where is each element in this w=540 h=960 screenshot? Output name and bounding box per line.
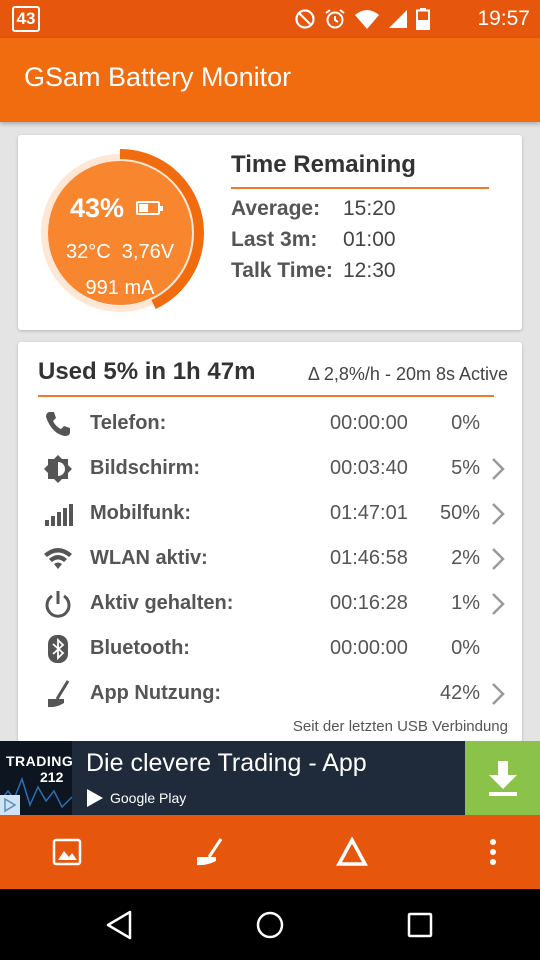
power-icon	[45, 591, 71, 618]
usage-row-telefon[interactable]: Telefon: 00:00:00 0%	[18, 402, 522, 446]
usage-time: 01:47:01	[330, 502, 408, 524]
battery-level-icon	[136, 201, 163, 215]
usage-row-app-nutzung[interactable]: App Nutzung: 42%	[18, 672, 522, 716]
usage-time: 00:00:00	[330, 637, 408, 659]
cell-signal-icon	[45, 504, 73, 526]
clock: 19:57	[477, 7, 530, 30]
usage-percent: 1%	[451, 592, 480, 614]
time-remaining-row: Average: 15:20	[231, 197, 396, 221]
download-icon	[489, 761, 517, 796]
usage-card: Used 5% in 1h 47m Δ 2,8%/h - 20m 8s Acti…	[18, 342, 522, 742]
triangle-icon[interactable]	[335, 835, 369, 869]
usage-note: Seit der letzten USB Verbindung	[292, 718, 508, 735]
battery-temperature: 32°C	[65, 241, 111, 263]
bottom-toolbar	[0, 815, 540, 889]
usage-time: 00:16:28	[330, 592, 408, 614]
app-bar: GSam Battery Monitor	[0, 38, 540, 122]
chevron-right-icon	[492, 593, 505, 615]
divider	[38, 395, 494, 397]
status-bar: 43 19:57	[0, 0, 540, 38]
download-button[interactable]	[465, 741, 540, 815]
usage-percent: 42%	[439, 682, 480, 704]
time-remaining-label: Average:	[231, 197, 321, 220]
usage-percent: 2%	[451, 547, 480, 569]
time-remaining-value: 01:00	[343, 228, 396, 251]
navigation-bar	[0, 889, 540, 960]
ad-logo-text: TRADING	[6, 753, 74, 769]
status-icons	[294, 7, 430, 31]
do-not-disturb-icon	[295, 9, 315, 29]
battery-gauge-text: 43% 32°C 3,76V 991 mA	[36, 149, 204, 317]
usage-delta: Δ 2,8%/h - 20m 8s Active	[307, 364, 508, 384]
chevron-right-icon	[492, 503, 505, 525]
phone-icon	[46, 412, 70, 436]
time-remaining-label: Last 3m:	[231, 228, 318, 251]
chevron-right-icon	[492, 548, 505, 570]
usage-label: Bluetooth:	[90, 637, 190, 659]
time-remaining-row: Last 3m: 01:00	[231, 228, 396, 252]
image-icon[interactable]	[50, 835, 84, 869]
usage-row-mobilfunk[interactable]: Mobilfunk: 01:47:01 50%	[18, 492, 522, 536]
battery-icon	[416, 8, 430, 30]
signal-icon	[389, 10, 407, 28]
usage-time: 01:46:58	[330, 547, 408, 569]
usage-percent: 0%	[451, 637, 480, 659]
wifi-icon	[44, 548, 72, 569]
bluetooth-icon	[48, 635, 68, 663]
usage-time: 00:03:40	[330, 457, 408, 479]
more-vert-icon[interactable]	[476, 835, 510, 869]
usage-percent: 5%	[451, 457, 480, 479]
battery-percent: 43%	[70, 193, 125, 223]
usage-row-bildschirm[interactable]: Bildschirm: 00:03:40 5%	[18, 447, 522, 491]
usage-title: Used 5% in 1h 47m	[38, 358, 256, 385]
time-remaining-row: Talk Time: 12:30	[231, 259, 396, 283]
ad-logo-text: 212	[40, 769, 64, 785]
battery-temp-voltage: 32°C 3,76V	[36, 241, 204, 264]
wifi-icon	[355, 10, 379, 29]
home-icon[interactable]	[252, 907, 288, 943]
broom-icon	[48, 680, 70, 708]
alarm-icon	[325, 9, 345, 29]
store-name: Google Play	[110, 790, 187, 806]
time-remaining-value: 15:20	[343, 197, 396, 220]
usage-row-aktiv-gehalten[interactable]: Aktiv gehalten: 00:16:28 1%	[18, 582, 522, 626]
chevron-right-icon	[492, 683, 505, 705]
usage-label: Aktiv gehalten:	[90, 592, 234, 614]
battery-summary-card[interactable]: 43% 32°C 3,76V 991 mA Time Remaining Ave…	[18, 135, 522, 330]
usage-row-wlan[interactable]: WLAN aktiv: 01:46:58 2%	[18, 537, 522, 581]
usage-percent: 50%	[439, 502, 480, 524]
recents-icon[interactable]	[402, 907, 438, 943]
notification-badge: 43	[12, 6, 40, 32]
time-remaining-title: Time Remaining	[231, 151, 416, 178]
usage-label: Bildschirm:	[90, 457, 201, 479]
screen-brightness-icon	[44, 455, 72, 483]
ad-banner[interactable]: TRADING 212 Die clevere Trading - App Go…	[0, 741, 540, 815]
chevron-right-icon	[492, 458, 505, 480]
battery-voltage: 3,76V	[121, 241, 175, 263]
ad-choices-icon[interactable]	[0, 795, 20, 815]
broom-icon[interactable]	[192, 835, 226, 869]
usage-label: Telefon:	[90, 412, 167, 434]
usage-percent: 0%	[451, 412, 480, 434]
usage-row-bluetooth[interactable]: Bluetooth: 00:00:00 0%	[18, 627, 522, 671]
ad-title: Die clevere Trading - App	[86, 749, 367, 777]
time-remaining-value: 12:30	[343, 259, 396, 282]
usage-label: Mobilfunk:	[90, 502, 192, 524]
usage-time: 00:00:00	[330, 412, 408, 434]
ad-logo: TRADING 212	[0, 741, 74, 815]
app-title: GSam Battery Monitor	[24, 62, 292, 92]
usage-label: WLAN aktiv:	[90, 547, 208, 569]
battery-current: 991 mA	[85, 277, 155, 299]
back-icon[interactable]	[102, 907, 138, 943]
divider	[231, 187, 489, 189]
usage-label: App Nutzung:	[90, 682, 222, 704]
google-play-badge: Google Play	[86, 787, 186, 809]
time-remaining-label: Talk Time:	[231, 259, 333, 282]
google-play-icon	[87, 789, 103, 807]
